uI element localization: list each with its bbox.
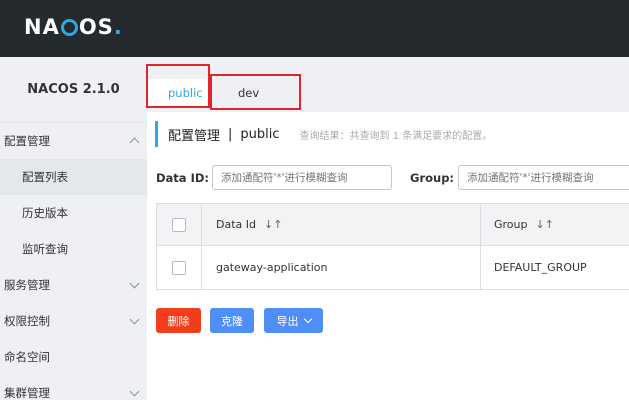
tab-label: dev (238, 86, 260, 100)
sidebar-item-config-list[interactable]: 配置列表 (0, 159, 147, 195)
page-header: 配置管理 | public 查询结果：共查询到 1 条满足要求的配置。 (155, 121, 492, 147)
sidebar-item-label: 集群管理 (4, 386, 50, 400)
header-accent-bar (155, 121, 158, 147)
table-header: Data Id ↓↑ Group ↓↑ (156, 203, 629, 246)
logo-dot: . (113, 15, 123, 39)
column-label: Data Id (216, 218, 256, 231)
data-id-label: Data ID: (156, 171, 209, 185)
column-header-group[interactable]: Group ↓↑ (481, 204, 629, 245)
clone-button-label: 克隆 (221, 314, 243, 328)
data-id-input[interactable] (212, 165, 392, 190)
tab-label: public (168, 86, 203, 100)
sidebar-item-label: 配置管理 (4, 134, 50, 148)
sidebar-item-label: 监听查询 (22, 242, 68, 256)
query-result-text: 查询结果：共查询到 1 条满足要求的配置。 (299, 130, 493, 142)
group-input[interactable] (458, 165, 629, 190)
data-id-value: gateway-application (216, 261, 328, 274)
sort-icon[interactable]: ↓↑ (536, 218, 554, 231)
sidebar-item-listener-query[interactable]: 监听查询 (0, 231, 147, 267)
select-all-checkbox[interactable] (172, 217, 186, 232)
page-title: 配置管理 (168, 128, 221, 144)
sidebar-item-config-management[interactable]: 配置管理 (0, 123, 147, 159)
version-label: NACOS 2.1.0 (0, 57, 147, 123)
column-header-data-id[interactable]: Data Id ↓↑ (202, 204, 481, 245)
sidebar-item-label: 历史版本 (22, 206, 68, 220)
sidebar-item-label: 命名空间 (4, 350, 50, 364)
column-label: Group (494, 218, 528, 231)
chevron-down-icon (129, 386, 140, 397)
row-checkbox[interactable] (172, 260, 186, 275)
chevron-down-icon (303, 314, 312, 323)
namespace-name: public (240, 126, 280, 142)
sidebar-item-access-control[interactable]: 权限控制 (0, 303, 147, 339)
group-label: Group: (410, 171, 455, 185)
export-button-label: 导出 (276, 314, 299, 328)
logo-ring-icon (60, 18, 78, 36)
delete-button[interactable]: 删除 (156, 308, 201, 333)
logo-text-suffix: OS (78, 15, 114, 39)
cell-group: DEFAULT_GROUP (481, 246, 629, 289)
select-all-cell (156, 204, 202, 245)
chevron-down-icon (129, 314, 140, 325)
header-separator: | (228, 126, 233, 142)
export-button[interactable]: 导出 (264, 308, 323, 333)
sidebar-item-label: 权限控制 (4, 314, 50, 328)
chevron-down-icon (129, 278, 140, 289)
sidebar-item-cluster-management[interactable]: 集群管理 (0, 375, 147, 411)
sidebar-item-service-management[interactable]: 服务管理 (0, 267, 147, 303)
config-table: Data Id ↓↑ Group ↓↑ gateway-application … (156, 203, 629, 290)
namespace-tabs: public dev (147, 57, 629, 112)
table-row: gateway-application DEFAULT_GROUP (156, 246, 629, 290)
cell-data-id: gateway-application (202, 246, 481, 289)
sidebar: NACOS 2.1.0 配置管理 配置列表 历史版本 监听查询 服务管理 权限控… (0, 57, 147, 400)
logo-text-prefix: NA (24, 15, 60, 39)
sidebar-item-label: 服务管理 (4, 278, 50, 292)
sidebar-item-label: 配置列表 (22, 170, 68, 184)
delete-button-label: 删除 (167, 314, 190, 328)
sort-icon[interactable]: ↓↑ (264, 218, 282, 231)
sidebar-item-namespace[interactable]: 命名空间 (0, 339, 147, 375)
nacos-logo[interactable]: NA OS. (24, 14, 123, 40)
clone-button[interactable]: 克隆 (210, 308, 254, 333)
group-value: DEFAULT_GROUP (494, 261, 587, 274)
top-bar: NA OS. (0, 0, 629, 57)
sidebar-item-history[interactable]: 历史版本 (0, 195, 147, 231)
chevron-up-icon (129, 137, 140, 148)
tab-public[interactable]: public (147, 79, 209, 107)
row-select-cell (156, 246, 202, 289)
tab-dev[interactable]: dev (217, 79, 297, 107)
